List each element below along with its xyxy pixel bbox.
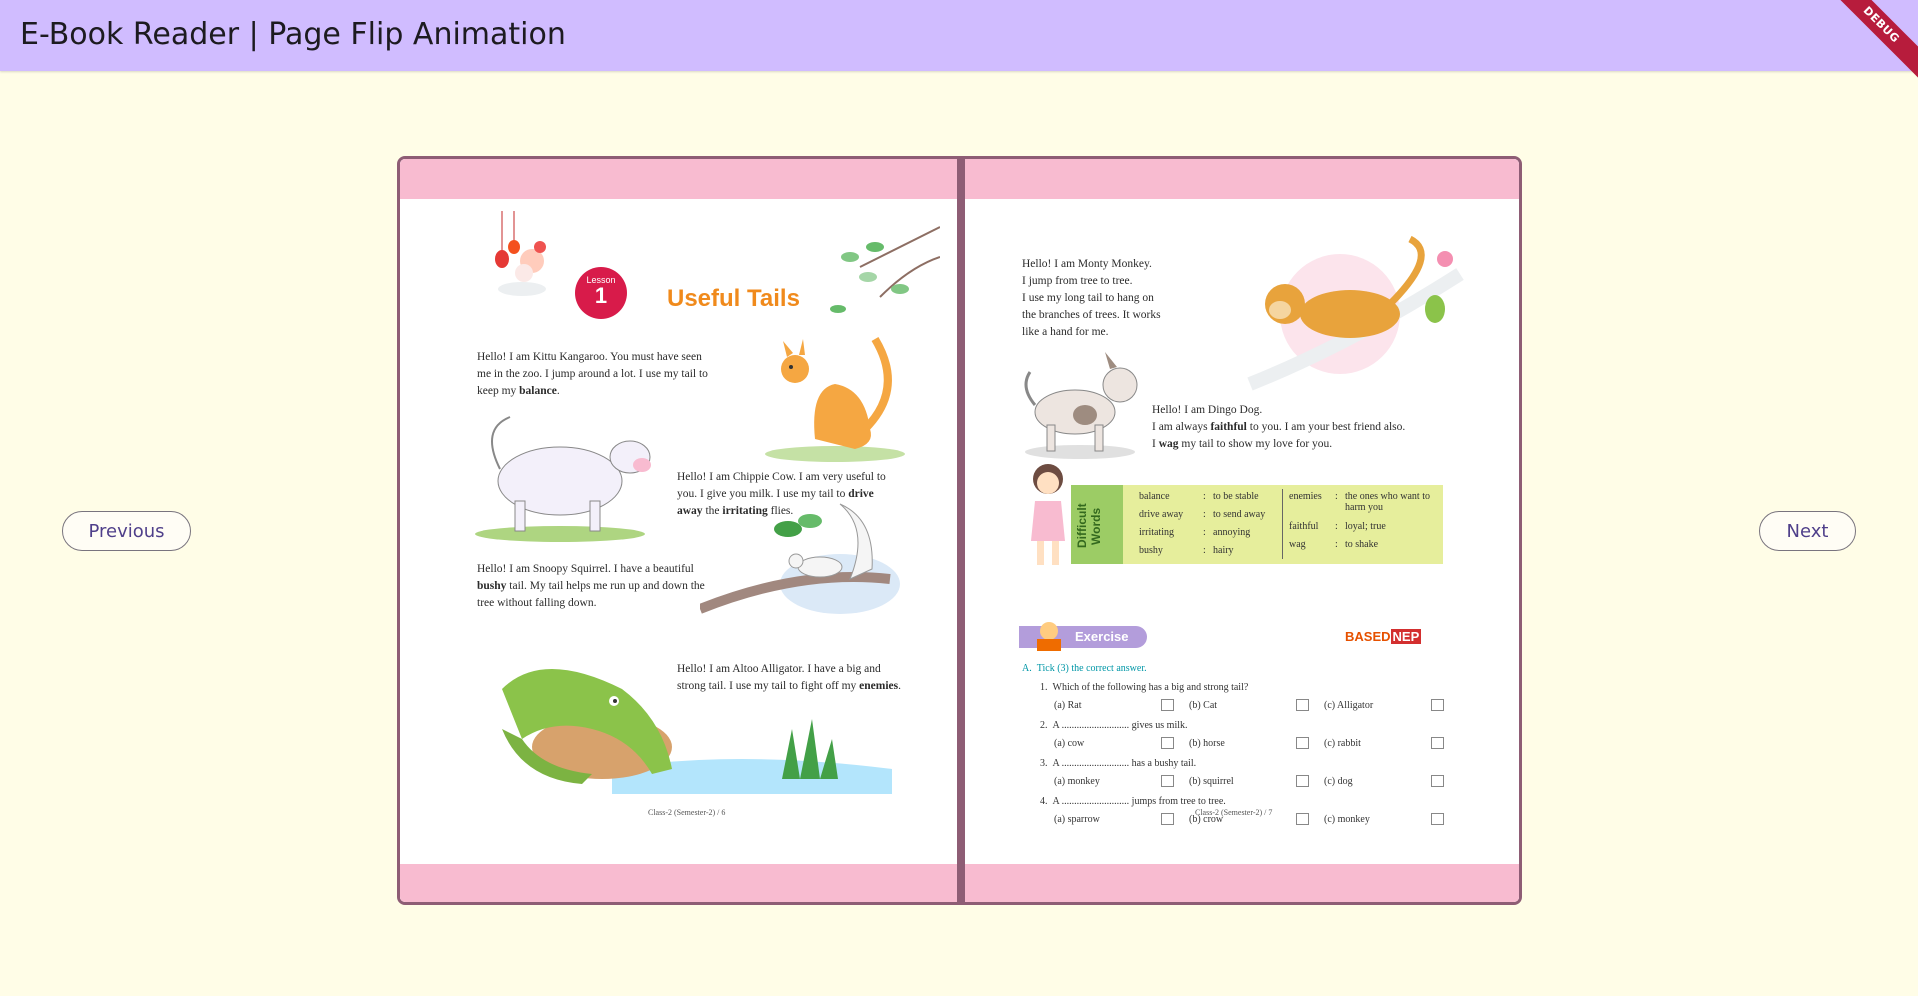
right-page-footer: Class-2 (Semester-2) / 7 [1195,808,1273,817]
question-2-checkbox-c[interactable] [1431,737,1444,749]
question-3-option-a: (a) monkey [1054,776,1100,787]
difficult-words-side: Difficult Words [1071,485,1123,564]
branch-illustration [830,226,940,313]
question-1: 1. Which of the following has a big and … [1040,682,1249,693]
squirrel-paragraph: Hello! I am Snoopy Squirrel. I have a be… [477,563,705,609]
left-page-footer: Class-2 (Semester-2) / 6 [648,808,726,817]
question-2: 2. A ........................... gives u… [1040,720,1188,731]
question-2-option-a: (a) cow [1054,738,1085,749]
nep-badge: BASED NEP [1345,629,1422,644]
question-2-option-c: (c) rabbit [1324,738,1361,749]
question-4-checkbox-b[interactable] [1296,813,1309,825]
alligator-illustration [502,669,892,794]
left-page-content: Lesson 1 Useful Tails Hello! I am Kittu … [400,199,957,824]
exercise-label: Exercise [1075,629,1129,644]
question-1-option-c: (c) Alligator [1324,700,1374,711]
question-4: 4. A ........................... jumps f… [1040,796,1226,807]
question-1-checkbox-b[interactable] [1296,699,1309,711]
right-page-bottom-band [965,864,1519,902]
book-spine [957,159,965,902]
question-4-option-c: (c) monkey [1324,814,1370,825]
question-4-checkbox-a[interactable] [1161,813,1174,825]
monkey-illustration [1247,235,1464,391]
question-2-option-b: (b) horse [1189,738,1225,749]
app-title: E-Book Reader | Page Flip Animation [20,17,566,52]
right-page-content: Hello! I am Monty Monkey. I jump from tr… [965,199,1519,825]
left-page-top-band [400,159,957,199]
question-3-option-b: (b) squirrel [1189,776,1234,787]
book[interactable]: Lesson 1 Useful Tails Hello! I am Kittu … [397,156,1522,905]
dog-illustration [1024,352,1138,459]
difficult-words-left: balance: to be stable drive away: to send … [1139,491,1266,556]
kangaroo-illustration [765,336,905,462]
exercise-instruction: A. Tick (3) the correct answer. [1022,663,1147,674]
lesson-title: Useful Tails [667,285,800,312]
difficult-words-right: enemies: the ones who want to harm you fa… [1289,491,1430,550]
question-4-option-a: (a) sparrow [1054,814,1100,825]
exercise-boy-icon [1037,622,1061,651]
question-3-checkbox-a[interactable] [1161,775,1174,787]
previous-button[interactable]: Previous [62,511,191,551]
difficult-words-box: Difficult Words balance: to be stable dri… [1071,485,1443,564]
question-4-checkbox-c[interactable] [1431,813,1444,825]
next-button[interactable]: Next [1759,511,1856,551]
question-3-checkbox-c[interactable] [1431,775,1444,787]
lanterns-illustration [495,211,546,296]
difficult-words-heading: Difficult Words [1075,503,1103,549]
right-page-top-band [965,159,1519,199]
lesson-badge: Lesson 1 [575,267,627,319]
question-2-checkbox-b[interactable] [1296,737,1309,749]
lesson-number: 1 [594,283,608,308]
monkey-paragraph: Hello! I am Monty Monkey. I jump from tr… [1022,258,1161,338]
girl-illustration [1031,464,1065,565]
question-3-checkbox-b[interactable] [1296,775,1309,787]
right-page[interactable]: Hello! I am Monty Monkey. I jump from tr… [965,159,1519,902]
difficult-words-divider [1282,489,1283,559]
dog-paragraph: Hello! I am Dingo Dog. I am always faith… [1152,404,1406,450]
cow-illustration [475,416,651,542]
question-1-checkbox-c[interactable] [1431,699,1444,711]
question-3-option-c: (c) dog [1324,776,1353,787]
app-bar: E-Book Reader | Page Flip Animation [0,0,1918,71]
question-3: 3. A ........................... has a b… [1040,758,1197,769]
question-1-option-a: (a) Rat [1054,700,1082,711]
left-page[interactable]: Lesson 1 Useful Tails Hello! I am Kittu … [400,159,957,902]
left-page-bottom-band [400,864,957,902]
question-1-option-b: (b) Cat [1189,700,1218,711]
squirrel-illustration [700,503,900,614]
question-2-checkbox-a[interactable] [1161,737,1174,749]
question-1-checkbox-a[interactable] [1161,699,1174,711]
kangaroo-paragraph: Hello! I am Kittu Kangaroo. You must hav… [477,351,708,397]
